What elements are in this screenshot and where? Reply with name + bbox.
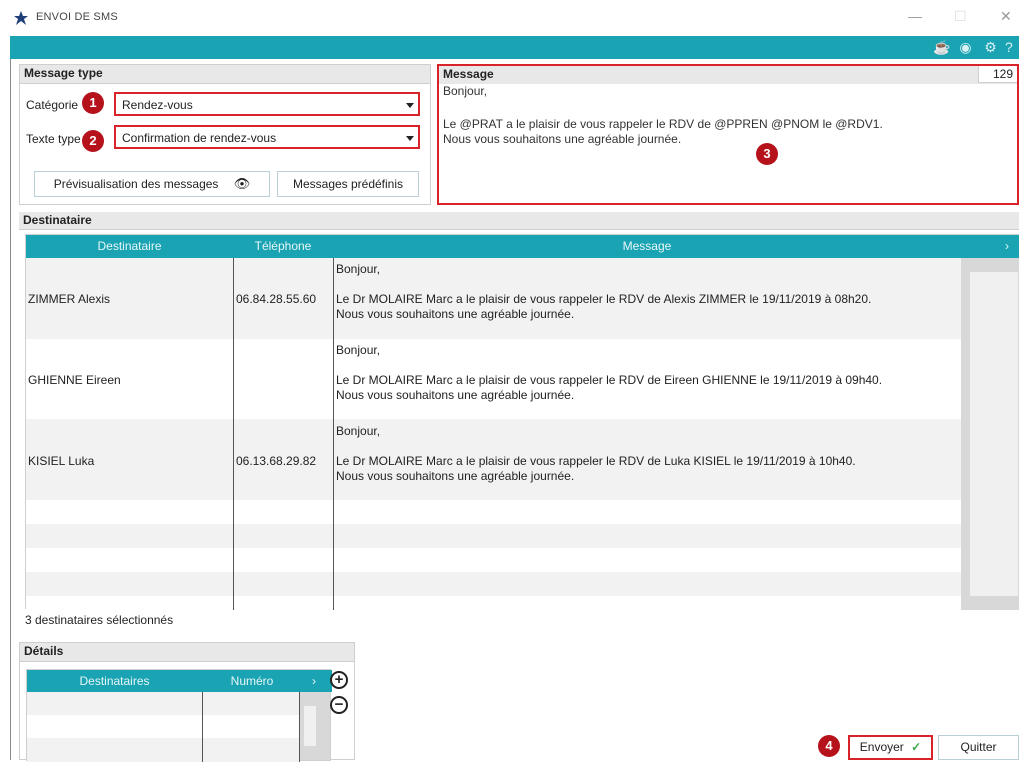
table-row-empty — [26, 500, 961, 524]
recipient-name: GHIENNE Eireen — [28, 373, 121, 387]
recipient-phone: 06.84.28.55.60 — [236, 292, 317, 306]
quit-button[interactable]: Quitter — [938, 735, 1019, 760]
table-header: Destinataire Téléphone Message › — [26, 235, 1019, 258]
maximize-button[interactable]: ☐ — [954, 8, 967, 25]
recipients-table[interactable]: Destinataire Téléphone Message › ZIMMER … — [25, 234, 1019, 610]
details-table-header: Destinataires Numéro › — [27, 670, 332, 692]
recipient-message-line: Le Dr MOLAIRE Marc a le plaisir de vous … — [336, 373, 883, 387]
texte-type-label: Texte type — [26, 132, 81, 146]
details-row — [27, 738, 299, 762]
message-line: Bonjour, — [443, 84, 488, 98]
column-header-numero[interactable]: Numéro — [202, 670, 302, 693]
details-scrollbar[interactable] — [300, 692, 330, 760]
recipient-message-line: Le Dr MOLAIRE Marc a le plaisir de vous … — [336, 454, 856, 468]
message-text-area[interactable]: Bonjour, Le @PRAT a le plaisir de vous r… — [439, 84, 1017, 203]
categorie-label: Catégorie — [26, 98, 79, 112]
predefined-messages-button[interactable]: Messages prédéfinis — [277, 171, 419, 197]
badge-3: 3 — [756, 143, 778, 165]
categorie-select[interactable]: Rendez-vous — [114, 92, 420, 116]
texte-type-value: Confirmation de rendez-vous — [122, 131, 277, 145]
send-button[interactable]: Envoyer ✓ — [848, 735, 933, 760]
column-header-telephone[interactable]: Téléphone — [233, 235, 333, 258]
details-row — [27, 715, 299, 738]
table-scrollbar[interactable] — [961, 258, 1019, 610]
badge-1: 1 — [82, 92, 104, 114]
minus-icon[interactable]: − — [330, 696, 348, 714]
recipient-message-line: Le Dr MOLAIRE Marc a le plaisir de vous … — [336, 292, 872, 306]
message-header: Message — [439, 66, 1017, 84]
table-row-empty — [26, 572, 961, 596]
recipient-name: KISIEL Luka — [28, 454, 95, 468]
column-divider — [333, 258, 334, 610]
eye-icon: 👁 — [233, 176, 251, 191]
coffee-icon[interactable]: ☕ — [933, 39, 950, 56]
table-row-empty — [26, 524, 961, 548]
column-header-destinataires[interactable]: Destinataires — [27, 670, 202, 693]
close-button[interactable]: ✕ — [1000, 8, 1012, 25]
char-count: 129 — [978, 66, 1017, 83]
title-bar: ENVOI DE SMS — ☐ ✕ — [10, 0, 1019, 36]
window-left-border — [10, 36, 11, 760]
recipient-message-line: Nous vous souhaitons une agréable journé… — [336, 307, 575, 321]
user-icon[interactable]: ◉ — [957, 39, 974, 56]
recipient-phone: 06.13.68.29.82 — [236, 454, 317, 468]
details-header: Détails — [20, 643, 354, 662]
message-line: Le @PRAT a le plaisir de vous rappeler l… — [443, 117, 883, 131]
message-type-panel: Message type Catégorie 1 Rendez-vous Tex… — [19, 64, 431, 205]
badge-4: 4 — [818, 735, 840, 757]
help-icon[interactable]: ? — [1005, 39, 1019, 56]
badge-2: 2 — [82, 130, 104, 152]
details-table[interactable]: Destinataires Numéro › — [26, 669, 332, 762]
recipient-message-line: Bonjour, — [336, 262, 381, 276]
app-toolbar: ☕ ◉ ⚙ ? — [10, 36, 1019, 59]
recipient-message-line: Nous vous souhaitons une agréable journé… — [336, 388, 575, 402]
chevron-down-icon — [406, 136, 414, 141]
minimize-button[interactable]: — — [908, 8, 922, 24]
column-divider — [233, 258, 234, 610]
table-row-empty — [26, 596, 961, 610]
categorie-value: Rendez-vous — [122, 98, 193, 112]
checkmark-icon: ✓ — [911, 740, 922, 754]
recipient-message-line: Bonjour, — [336, 343, 381, 357]
column-divider — [202, 692, 203, 762]
details-row — [27, 692, 299, 715]
recipient-message-line: Bonjour, — [336, 424, 381, 438]
chevron-right-icon[interactable]: › — [998, 235, 1016, 258]
table-row-empty — [26, 548, 961, 572]
recipient-message-line: Nous vous souhaitons une agréable journé… — [336, 469, 575, 483]
column-header-message[interactable]: Message — [333, 235, 961, 258]
message-type-header: Message type — [20, 65, 430, 84]
scrollbar-track[interactable] — [970, 272, 1018, 596]
selected-count: 3 destinataires sélectionnés — [25, 613, 174, 627]
preview-messages-button[interactable]: Prévisualisation des messages 👁 — [34, 171, 270, 197]
plus-icon[interactable]: + — [330, 671, 348, 689]
gear-icon[interactable]: ⚙ — [982, 39, 999, 56]
message-line: Nous vous souhaitons une agréable journé… — [443, 132, 682, 146]
column-header-destinataire[interactable]: Destinataire — [26, 235, 233, 258]
star-icon — [14, 11, 28, 25]
preview-button-label: Prévisualisation des messages — [53, 177, 219, 191]
scrollbar-track[interactable] — [304, 706, 316, 746]
window-title: ENVOI DE SMS — [36, 11, 118, 23]
details-panel: Détails Destinataires Numéro › + − — [19, 642, 355, 762]
send-button-label: Envoyer — [859, 740, 904, 754]
chevron-right-icon[interactable]: › — [307, 670, 321, 693]
texte-type-select[interactable]: Confirmation de rendez-vous — [114, 125, 420, 149]
message-panel: Message 129 Bonjour, Le @PRAT a le plais… — [437, 64, 1019, 205]
chevron-down-icon — [406, 103, 414, 108]
recipients-header: Destinataire — [19, 212, 1019, 230]
recipient-name: ZIMMER Alexis — [28, 292, 111, 306]
